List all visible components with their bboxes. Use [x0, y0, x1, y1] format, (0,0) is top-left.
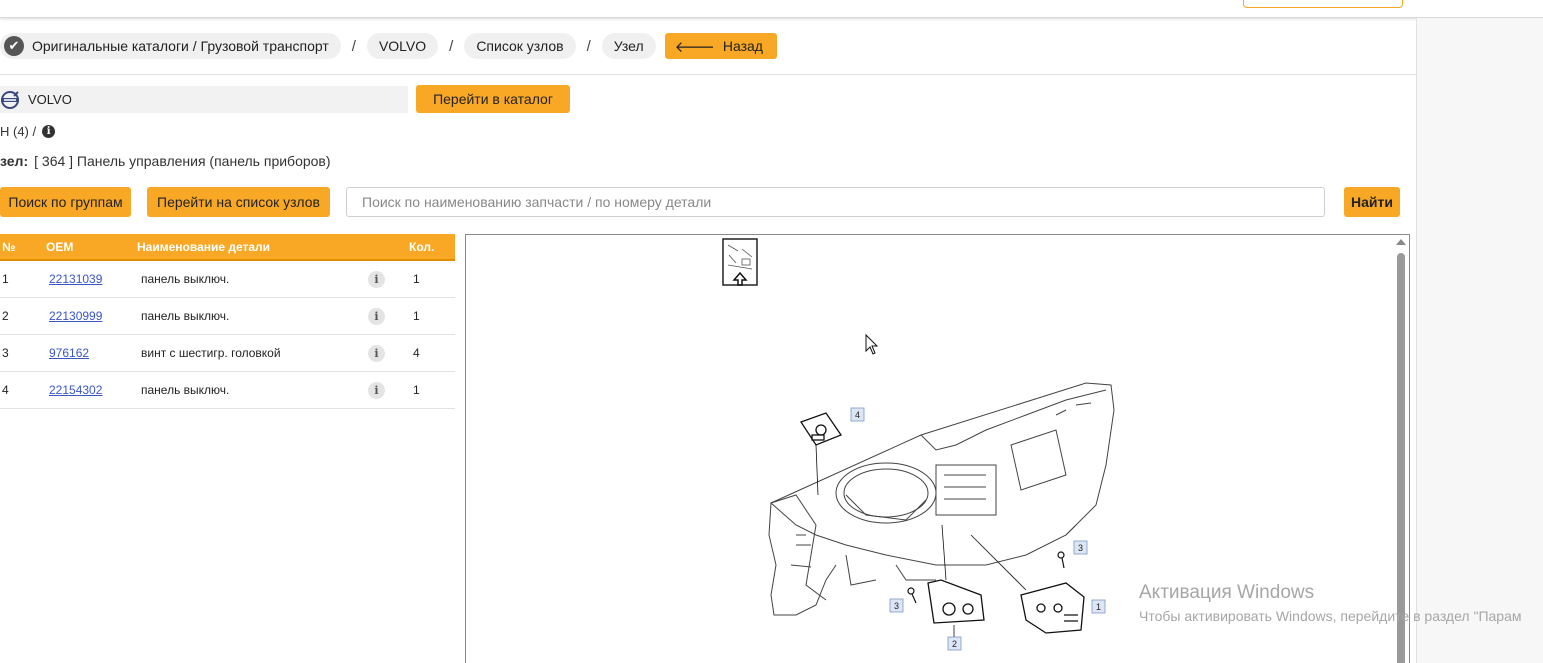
header-oem: OEM [46, 239, 74, 254]
callout-4-label: 4 [855, 410, 860, 420]
callout-1-label: 1 [1096, 602, 1101, 612]
oem-link[interactable]: 22154302 [49, 383, 102, 397]
back-button-label: Назад [722, 38, 763, 54]
row-no: 2 [2, 309, 9, 323]
info-icon[interactable]: i [368, 344, 385, 362]
row-no: 1 [2, 272, 9, 286]
find-button[interactable]: Найти [1344, 187, 1400, 217]
table-row[interactable]: 4 22154302 панель выключ. i 1 [0, 372, 455, 409]
row-no: 3 [2, 346, 9, 360]
parts-table: № OEM Наименование детали Кол. 1 2213103… [0, 234, 455, 409]
breadcrumb-catalog[interactable]: ✔ Оригинальные каталоги / Грузовой транс… [0, 33, 341, 59]
row-name: панель выключ. [141, 272, 230, 286]
header-qty: Кол. [409, 239, 435, 254]
watermark-title: Активация Windows [1139, 582, 1315, 603]
callout-2-label: 2 [952, 639, 957, 649]
goto-nodes-button[interactable]: Перейти на список узлов [147, 187, 330, 217]
table-header: № OEM Наименование детали Кол. [0, 234, 455, 261]
breadcrumb-node-label: Узел [613, 38, 644, 54]
breadcrumb-separator: / [351, 37, 356, 55]
windows-activation-watermark: Активация Windows Чтобы активировать Win… [1139, 582, 1522, 624]
breadcrumb-catalog-label: Оригинальные каталоги / Грузовой транспо… [32, 38, 329, 54]
callout-3-label: 3 [1078, 543, 1083, 553]
info-icon[interactable]: i [42, 125, 56, 138]
breadcrumb-separator: / [449, 37, 454, 55]
row-name: винт с шестигр. головкой [141, 346, 281, 360]
divider [0, 74, 1416, 75]
goto-catalog-button[interactable]: Перейти в каталог [416, 85, 570, 113]
oem-link[interactable]: 976162 [49, 346, 89, 360]
sub-path-text: Н (4) / [0, 124, 37, 139]
row-qty: 1 [413, 383, 420, 397]
row-qty: 1 [413, 272, 420, 286]
watermark-subtitle: Чтобы активировать Windows, перейдите в … [1139, 608, 1522, 624]
oem-link[interactable]: 22131039 [49, 272, 102, 286]
part-search-input[interactable] [346, 187, 1325, 217]
breadcrumb-node[interactable]: Узел [601, 33, 656, 59]
row-qty: 1 [413, 309, 420, 323]
row-no: 4 [2, 383, 9, 397]
info-icon[interactable]: i [368, 381, 385, 399]
info-icon[interactable]: i [368, 307, 385, 325]
cursor-icon [865, 333, 879, 355]
breadcrumb-separator: / [586, 37, 591, 55]
back-button[interactable]: 🡐 Назад [664, 33, 777, 59]
node-info-value: [ 364 ] Панель управления (панель прибор… [34, 153, 331, 169]
table-row[interactable]: 2 22130999 панель выключ. i 1 [0, 298, 455, 335]
breadcrumb-nodes-list[interactable]: Список узлов [464, 33, 576, 59]
breadcrumb-brand[interactable]: VOLVO [366, 33, 439, 59]
breadcrumb: ✔ Оригинальные каталоги / Грузовой транс… [0, 33, 777, 59]
brand-select[interactable]: VOLVO [0, 86, 408, 113]
right-gutter [1416, 18, 1543, 663]
top-action-button[interactable] [1243, 0, 1403, 8]
back-arrow-icon: 🡐 [674, 38, 715, 56]
node-info: зел: [ 364 ] Панель управления (панель пр… [0, 153, 331, 169]
info-icon[interactable]: i [368, 270, 385, 288]
search-groups-button[interactable]: Поиск по группам [0, 187, 131, 217]
brand-select-value: VOLVO [28, 92, 72, 107]
top-bar [0, 0, 1543, 18]
row-name: панель выключ. [141, 383, 230, 397]
scroll-up-button[interactable] [1396, 239, 1406, 245]
table-row[interactable]: 1 22131039 панель выключ. i 1 [0, 261, 455, 298]
header-no: № [2, 239, 16, 254]
row-qty: 4 [413, 346, 420, 360]
oem-link[interactable]: 22130999 [49, 309, 102, 323]
row-name: панель выключ. [141, 309, 230, 323]
breadcrumb-nodes-list-label: Список узлов [476, 38, 564, 54]
diagram-thumbnail[interactable] [722, 238, 758, 286]
node-info-label: зел: [0, 153, 29, 169]
volvo-logo-icon [1, 90, 19, 109]
sub-path: Н (4) / i [0, 124, 56, 139]
check-icon: ✔ [4, 36, 24, 56]
callout-3-label: 3 [894, 601, 899, 611]
table-row[interactable]: 3 976162 винт с шестигр. головкой i 4 [0, 335, 455, 372]
header-name: Наименование детали [137, 239, 271, 254]
breadcrumb-brand-label: VOLVO [378, 38, 427, 54]
